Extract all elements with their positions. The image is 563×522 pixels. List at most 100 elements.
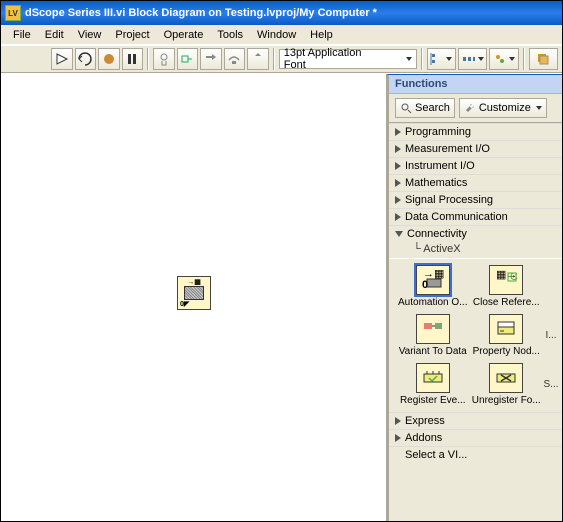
category-label: Connectivity xyxy=(407,228,467,240)
more-row-indicator: S... xyxy=(544,361,558,408)
palette-item-label: Unregister Fo... xyxy=(472,395,541,406)
palette-item-automation-open[interactable]: →▦0 Automation O... xyxy=(397,263,469,310)
category-label: Select a VI... xyxy=(405,449,467,461)
step-out-button[interactable] xyxy=(247,48,269,70)
collapsed-arrow-icon xyxy=(395,196,401,204)
cleanup-button[interactable] xyxy=(489,48,518,70)
collapsed-arrow-icon xyxy=(395,213,401,221)
toolbar-sep xyxy=(147,48,149,70)
toolbar: 13pt Application Font xyxy=(1,45,562,73)
node-icon: ▦→C xyxy=(489,265,523,295)
dropdown-arrow-icon xyxy=(536,106,542,110)
menu-tools[interactable]: Tools xyxy=(211,27,249,43)
node-icon xyxy=(489,314,523,344)
toolbar-sep-4 xyxy=(523,48,525,70)
search-icon xyxy=(400,102,412,114)
window-title: dScope Series III.vi Block Diagram on Te… xyxy=(25,7,377,19)
menu-edit[interactable]: Edit xyxy=(39,27,70,43)
app-icon: LV xyxy=(5,5,21,21)
palette-toolbar: Search Customize xyxy=(389,94,562,123)
palette-item-property-node[interactable]: Property Nod... xyxy=(471,312,543,359)
abort-button[interactable] xyxy=(98,48,120,70)
step-over-button[interactable] xyxy=(224,48,246,70)
category-label: Instrument I/O xyxy=(405,160,475,172)
category-label: Mathematics xyxy=(405,177,467,189)
menu-file[interactable]: File xyxy=(7,27,37,43)
align-button[interactable] xyxy=(427,48,456,70)
collapsed-arrow-icon xyxy=(395,162,401,170)
menu-view[interactable]: View xyxy=(72,27,108,43)
collapsed-arrow-icon xyxy=(395,145,401,153)
category-mathematics[interactable]: Mathematics xyxy=(389,174,562,191)
dropdown-arrow-icon xyxy=(406,57,412,61)
category-label: Measurement I/O xyxy=(405,143,490,155)
menu-operate[interactable]: Operate xyxy=(158,27,210,43)
step-into-button[interactable] xyxy=(200,48,222,70)
category-express[interactable]: Express xyxy=(389,412,562,429)
menu-project[interactable]: Project xyxy=(109,27,155,43)
expanded-arrow-icon xyxy=(395,231,403,237)
category-measurement-io[interactable]: Measurement I/O xyxy=(389,140,562,157)
node-icon xyxy=(489,363,523,393)
collapsed-arrow-icon xyxy=(395,434,401,442)
distribute-button[interactable] xyxy=(458,48,487,70)
palette-item-register-event[interactable]: Register Eve... xyxy=(397,361,469,408)
run-button[interactable] xyxy=(51,48,73,70)
menu-window[interactable]: Window xyxy=(251,27,302,43)
toolbar-sep-3 xyxy=(421,48,423,70)
font-label: 13pt Application Font xyxy=(284,47,384,71)
category-select-a-vi[interactable]: Select a VI... xyxy=(389,446,562,463)
more-row-indicator: I... xyxy=(544,312,558,359)
category-instrument-io[interactable]: Instrument I/O xyxy=(389,157,562,174)
highlight-execution-button[interactable] xyxy=(153,48,175,70)
font-dropdown[interactable]: 13pt Application Font xyxy=(279,49,417,69)
category-connectivity[interactable]: Connectivity xyxy=(389,225,562,242)
category-label: Express xyxy=(405,415,445,427)
palette-item-unregister-for[interactable]: Unregister Fo... xyxy=(471,361,543,408)
collapsed-arrow-icon xyxy=(395,179,401,187)
node-icon xyxy=(416,314,450,344)
palette-item-label: Close Refere... xyxy=(473,297,540,308)
more-row-indicator xyxy=(544,263,558,310)
category-label: Programming xyxy=(405,126,471,138)
subcategory-label: ActiveX xyxy=(423,243,460,255)
palette-item-variant-to-data[interactable]: Variant To Data xyxy=(397,312,469,359)
palette-search-button[interactable]: Search xyxy=(395,98,455,118)
block-diagram-canvas[interactable]: →▦ 0◤ Functions Search Customize Program… xyxy=(1,73,562,521)
palette-tree: Programming Measurement I/O Instrument I… xyxy=(389,123,562,521)
run-continuous-button[interactable] xyxy=(75,48,97,70)
category-data-communication[interactable]: Data Communication xyxy=(389,208,562,225)
menu-help[interactable]: Help xyxy=(304,27,339,43)
category-label: Signal Processing xyxy=(405,194,493,206)
pause-button[interactable] xyxy=(122,48,144,70)
node-icon xyxy=(416,363,450,393)
collapsed-arrow-icon xyxy=(395,128,401,136)
node-arrow-icon: →▦ xyxy=(187,278,201,286)
category-addons[interactable]: Addons xyxy=(389,429,562,446)
palette-customize-button[interactable]: Customize xyxy=(459,98,547,118)
svg-text:C: C xyxy=(510,271,518,283)
reorder-button[interactable] xyxy=(529,48,558,70)
palette-item-label: Property Nod... xyxy=(473,346,540,357)
toolbar-sep-2 xyxy=(273,48,275,70)
category-programming[interactable]: Programming xyxy=(389,123,562,140)
node-corner-icon: 0◤ xyxy=(180,300,189,308)
node-icon: →▦0 xyxy=(416,265,450,295)
wrench-icon xyxy=(464,102,476,114)
subcategory-activex[interactable]: └ ActiveX xyxy=(389,242,562,258)
palette-item-label: Register Eve... xyxy=(400,395,466,406)
collapsed-arrow-icon xyxy=(395,417,401,425)
category-label: Data Communication xyxy=(405,211,508,223)
menu-bar: File Edit View Project Operate Tools Win… xyxy=(1,25,562,45)
category-signal-processing[interactable]: Signal Processing xyxy=(389,191,562,208)
retain-wire-button[interactable] xyxy=(177,48,199,70)
svg-text:0: 0 xyxy=(422,279,428,290)
title-bar: LV dScope Series III.vi Block Diagram on… xyxy=(1,1,562,25)
automation-open-node[interactable]: →▦ 0◤ xyxy=(177,276,211,310)
activex-icon-grid: →▦0 Automation O... ▦→C Close Refere... … xyxy=(389,258,562,412)
node-glyph-icon xyxy=(184,286,204,300)
palette-item-close-reference[interactable]: ▦→C Close Refere... xyxy=(471,263,543,310)
customize-label: Customize xyxy=(479,102,531,114)
palette-item-label: Automation O... xyxy=(398,297,467,308)
search-label: Search xyxy=(415,102,450,114)
